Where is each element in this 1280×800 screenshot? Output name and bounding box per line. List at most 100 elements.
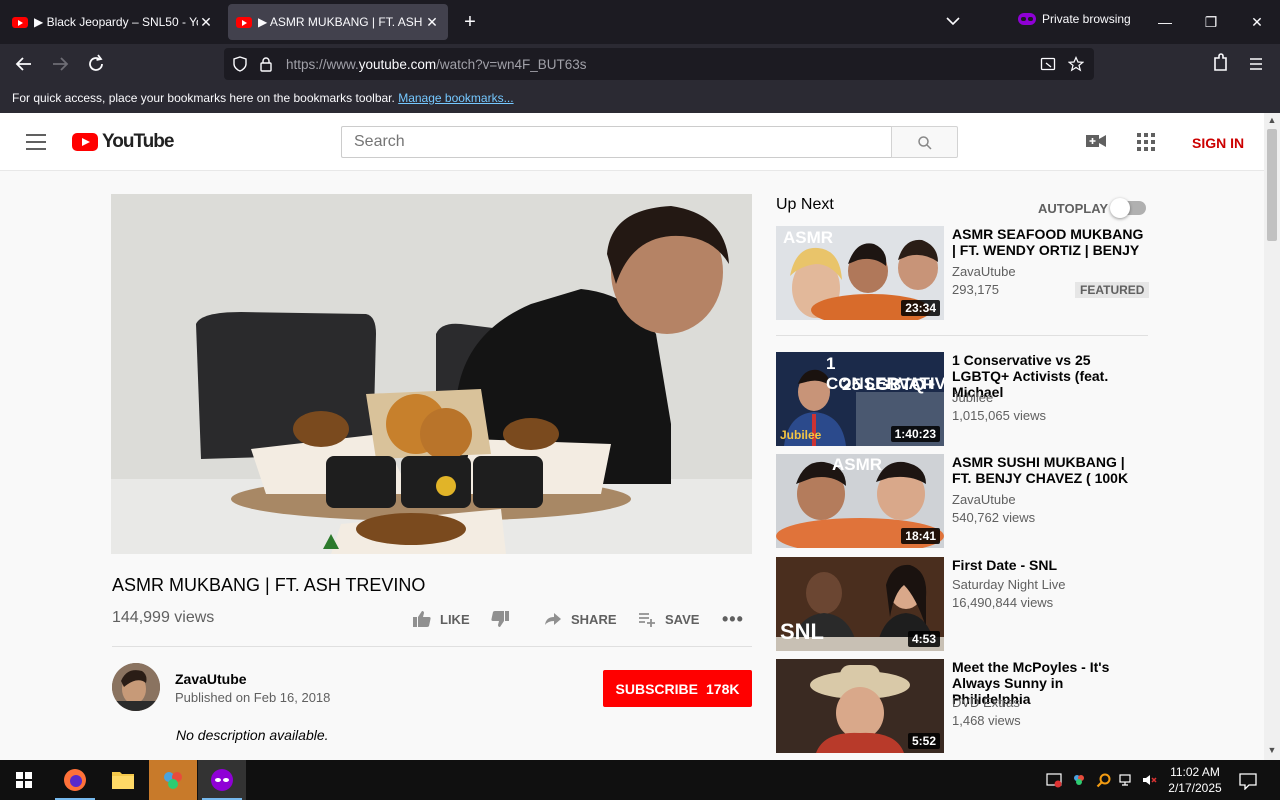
youtube-logo[interactable]: YouTube bbox=[72, 131, 174, 153]
search-tray-icon[interactable] bbox=[1096, 772, 1112, 788]
close-window-button[interactable]: ✕ bbox=[1245, 10, 1269, 34]
shield-icon[interactable] bbox=[232, 56, 248, 72]
menu-icon[interactable] bbox=[1244, 52, 1268, 76]
thumbs-up-icon bbox=[413, 611, 431, 627]
video-thumbnail[interactable]: SNL 4:53 bbox=[776, 557, 944, 651]
video-thumbnail[interactable]: ASMR 18:41 bbox=[776, 454, 944, 548]
subscriber-count: 178K bbox=[706, 680, 740, 697]
sign-in-button[interactable]: SIGN IN bbox=[1192, 135, 1244, 151]
featured-badge: FEATURED bbox=[1075, 282, 1150, 298]
video-title: ASMR MUKBANG | FT. ASH TREVINO bbox=[112, 575, 426, 595]
share-button[interactable]: SHARE bbox=[543, 609, 617, 629]
list-item[interactable]: 1 CONSERVATIVE 25 LGBTQ+ Jubilee 1:40:23… bbox=[776, 352, 1152, 446]
firefox-icon[interactable] bbox=[51, 760, 99, 800]
video-description: No description available. bbox=[176, 727, 329, 743]
playlist-add-icon bbox=[639, 613, 655, 627]
forward-arrow-icon[interactable] bbox=[48, 52, 72, 76]
windows-taskbar: 11:02 AM 2/17/2025 bbox=[0, 760, 1280, 800]
security-alert-icon[interactable] bbox=[1046, 772, 1062, 788]
search-button[interactable] bbox=[891, 126, 958, 158]
private-browsing-app-icon[interactable] bbox=[198, 760, 246, 800]
restore-button[interactable]: ❐ bbox=[1199, 10, 1223, 34]
channel-name[interactable]: DVD Extras bbox=[952, 695, 1020, 710]
private-mask-icon bbox=[1018, 13, 1036, 25]
search-input[interactable] bbox=[341, 126, 892, 158]
url-text[interactable]: https://www.youtube.com/watch?v=wn4F_BUT… bbox=[286, 57, 587, 72]
channel-name[interactable]: ZavaUtube bbox=[952, 264, 1016, 279]
list-item[interactable]: SNL 4:53 First Date - SNL Saturday Night… bbox=[776, 557, 1152, 651]
reader-view-icon[interactable] bbox=[1040, 56, 1056, 72]
video-camera-plus-icon[interactable] bbox=[1086, 133, 1106, 149]
app-tray-icon[interactable] bbox=[1071, 772, 1087, 788]
windows-start-icon[interactable] bbox=[0, 760, 48, 800]
tab-black-jeopardy[interactable]: ▶ Black Jeopardy – SNL50 - YouTube ✕ bbox=[4, 4, 222, 40]
dislike-button[interactable] bbox=[490, 609, 510, 629]
list-item[interactable]: ASMR 18:41 ASMR SUSHI MUKBANG | FT. BENJ… bbox=[776, 454, 1152, 548]
video-title[interactable]: ASMR SEAFOOD MUKBANG | FT. WENDY ORTIZ |… bbox=[952, 226, 1144, 258]
apps-grid-icon[interactable] bbox=[1137, 133, 1155, 151]
channel-name[interactable]: Jubilee bbox=[952, 390, 993, 405]
search-icon bbox=[918, 136, 932, 150]
close-tab-icon[interactable]: ✕ bbox=[424, 14, 440, 31]
bookmark-star-icon[interactable] bbox=[1068, 56, 1084, 72]
browser-nav-bar: https://www.youtube.com/watch?v=wn4F_BUT… bbox=[0, 44, 1280, 84]
youtube-favicon-icon bbox=[236, 16, 252, 28]
back-arrow-icon[interactable] bbox=[12, 52, 36, 76]
youtube-wordmark: YouTube bbox=[102, 131, 174, 152]
volume-muted-icon[interactable] bbox=[1141, 772, 1157, 788]
clock-date: 2/17/2025 bbox=[1168, 781, 1222, 795]
divider bbox=[112, 646, 752, 647]
hamburger-menu-icon[interactable] bbox=[26, 134, 46, 150]
channel-name[interactable]: Saturday Night Live bbox=[952, 577, 1065, 592]
video-player[interactable] bbox=[111, 194, 752, 554]
close-tab-icon[interactable]: ✕ bbox=[198, 14, 214, 31]
thumbnail-brand: Jubilee bbox=[780, 428, 822, 442]
video-thumbnail[interactable]: 1 CONSERVATIVE 25 LGBTQ+ Jubilee 1:40:23 bbox=[776, 352, 944, 446]
taskbar-clock[interactable]: 11:02 AM 2/17/2025 bbox=[1160, 764, 1230, 796]
scroll-thumb[interactable] bbox=[1267, 129, 1277, 241]
like-label: LIKE bbox=[440, 611, 470, 627]
thumbnail-text: ASMR bbox=[783, 228, 834, 247]
more-actions-icon[interactable]: ••• bbox=[722, 609, 744, 630]
lock-icon[interactable] bbox=[258, 56, 274, 72]
share-label: SHARE bbox=[571, 611, 617, 627]
notifications-icon[interactable] bbox=[1239, 772, 1257, 790]
like-button[interactable]: LIKE bbox=[412, 609, 470, 629]
new-tab-button[interactable]: + bbox=[458, 10, 482, 34]
reload-icon[interactable] bbox=[84, 52, 108, 76]
list-item[interactable]: ASMR 23:34 ASMR SEAFOOD MUKBANG | FT. WE… bbox=[776, 226, 1152, 320]
share-arrow-icon bbox=[545, 613, 561, 625]
app-shortcut-icon[interactable] bbox=[149, 760, 197, 800]
tab-asmr-mukbang[interactable]: ▶ ASMR MUKBANG | FT. ASH TREVINO ✕ bbox=[228, 4, 448, 40]
video-thumbnail[interactable]: ASMR 23:34 bbox=[776, 226, 944, 320]
toggle-knob bbox=[1110, 198, 1130, 218]
video-frame bbox=[111, 194, 752, 554]
network-icon[interactable] bbox=[1119, 772, 1135, 788]
chevron-down-icon[interactable] bbox=[944, 12, 962, 30]
scroll-down-icon[interactable]: ▼ bbox=[1267, 745, 1277, 755]
video-title[interactable]: ASMR SUSHI MUKBANG | FT. BENJY CHAVEZ ( … bbox=[952, 454, 1144, 486]
video-title[interactable]: First Date - SNL bbox=[952, 557, 1144, 573]
page-scrollbar[interactable]: ▲ ▼ bbox=[1264, 113, 1280, 760]
view-count: 1,468 views bbox=[952, 713, 1021, 728]
clock-time: 11:02 AM bbox=[1170, 765, 1220, 779]
autoplay-toggle[interactable] bbox=[1110, 198, 1146, 218]
channel-name[interactable]: ZavaUtube bbox=[175, 671, 247, 687]
channel-name[interactable]: ZavaUtube bbox=[952, 492, 1016, 507]
subscribe-button[interactable]: SUBSCRIBE 178K bbox=[603, 670, 752, 707]
minimize-button[interactable]: — bbox=[1153, 10, 1177, 34]
scroll-up-icon[interactable]: ▲ bbox=[1267, 115, 1277, 125]
avatar[interactable] bbox=[112, 663, 160, 711]
private-browsing-label: Private browsing bbox=[1042, 12, 1131, 26]
manage-bookmarks-link[interactable]: Manage bookmarks... bbox=[398, 91, 513, 105]
extensions-icon[interactable] bbox=[1208, 52, 1232, 76]
url-bar[interactable]: https://www.youtube.com/watch?v=wn4F_BUT… bbox=[224, 48, 1094, 80]
video-thumbnail[interactable]: 5:52 bbox=[776, 659, 944, 753]
list-item[interactable]: 5:52 Meet the McPoyles - It's Always Sun… bbox=[776, 659, 1152, 753]
bookmarks-toolbar: For quick access, place your bookmarks h… bbox=[0, 84, 1280, 113]
save-button[interactable]: SAVE bbox=[637, 609, 699, 629]
up-next-heading: Up Next bbox=[776, 196, 834, 213]
file-explorer-icon[interactable] bbox=[99, 760, 147, 800]
video-duration: 5:52 bbox=[907, 733, 940, 749]
private-browsing-indicator: Private browsing bbox=[1018, 12, 1131, 26]
